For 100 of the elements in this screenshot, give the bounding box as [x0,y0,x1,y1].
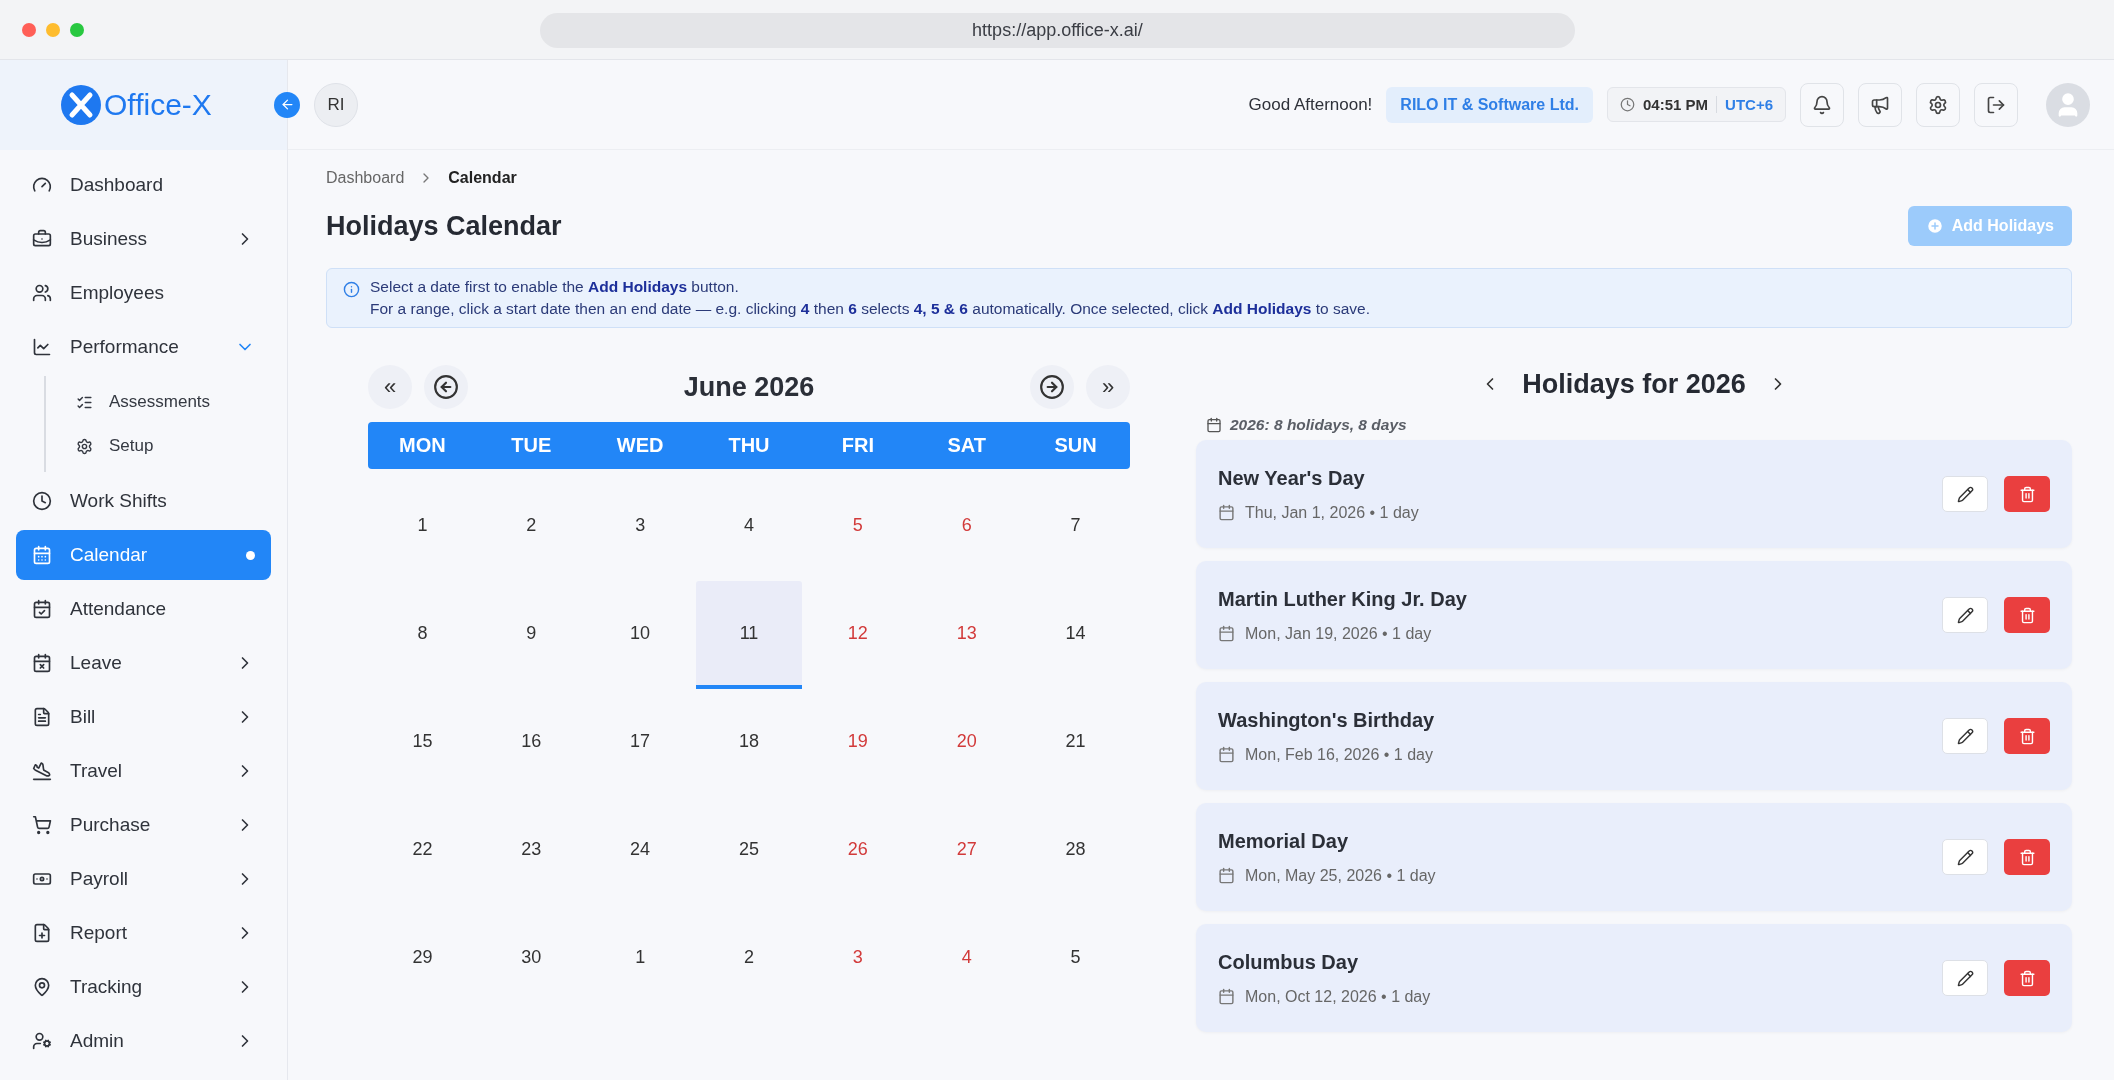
delete-button[interactable] [2004,839,2050,875]
calendar-day[interactable]: 2 [695,905,803,1013]
calendar-day[interactable]: 24 [586,797,694,905]
calendar-day[interactable]: 29 [369,905,476,1013]
sidebar-item[interactable]: Attendance [16,584,271,634]
calendar-day[interactable]: 9 [477,581,585,689]
edit-button[interactable] [1942,597,1988,633]
calendar-day[interactable]: 4 [913,905,1021,1013]
calendar-day[interactable]: 22 [369,797,476,905]
calendar-day[interactable]: 5 [1022,905,1129,1013]
calendar-icon [1218,988,1235,1005]
calendar-day[interactable]: 13 [913,581,1021,689]
calendar-day[interactable]: 1 [586,905,694,1013]
next-year-button[interactable]: » [1086,365,1130,409]
calendar-day[interactable]: 11 [695,581,803,689]
calendar-day[interactable]: 4 [695,473,803,581]
sidebar-item[interactable]: Calendar [16,530,271,580]
next-month-button[interactable] [1030,365,1074,409]
calendar-day[interactable]: 26 [804,797,912,905]
sidebar-item[interactable]: Performance [16,322,271,372]
calendar-icon [1218,625,1235,642]
breadcrumb-link[interactable]: Calendar [448,169,517,187]
holidays-summary: 2026: 8 holidays, 8 days [1230,416,1407,434]
calendar-day[interactable]: 3 [586,473,694,581]
previous-year-button[interactable]: « [368,365,412,409]
sidebar-item[interactable]: Leave [16,638,271,688]
calendar-day[interactable]: 12 [804,581,912,689]
calendar-day[interactable]: 7 [1022,473,1129,581]
delete-button[interactable] [2004,476,2050,512]
calendar-day[interactable]: 5 [804,473,912,581]
holiday-name: New Year's Day [1218,466,1366,490]
edit-button[interactable] [1942,960,1988,996]
holiday-name: Memorial Day [1218,829,1350,853]
weekday-label: SAT [946,434,987,457]
address-bar[interactable]: https://app.office-x.ai/ [540,13,1575,48]
sidebar-item[interactable]: Bill [16,692,271,742]
sidebar-item[interactable]: Dashboard [16,160,271,210]
announcements-button[interactable] [1858,82,1902,127]
calendar-day[interactable]: 6 [913,473,1021,581]
sidebar-item[interactable]: Travel [16,746,271,796]
delete-button[interactable] [2004,718,2050,754]
calendar-day[interactable]: 27 [913,797,1021,905]
calendar-day[interactable]: 23 [477,797,585,905]
edit-button[interactable] [1942,476,1988,512]
holiday-date: Mon, Oct 12, 2026 • 1 day [1245,987,1431,1006]
previous-month-button[interactable] [424,365,468,409]
calendar-day[interactable]: 2 [477,473,585,581]
edit-button[interactable] [1942,718,1988,754]
holiday-date: Mon, May 25, 2026 • 1 day [1245,866,1436,885]
notifications-button[interactable] [1800,82,1844,127]
close-window-dot[interactable] [22,22,36,37]
sidebar-item[interactable]: Purchase [16,800,271,850]
user-initials[interactable]: RI [314,82,358,127]
logout-button[interactable] [1974,82,2018,127]
weekday-label: WED [615,434,665,457]
minimize-window-dot[interactable] [46,22,60,37]
settings-icon [1928,94,1948,115]
settings-button[interactable] [1916,82,1960,127]
delete-button[interactable] [2004,597,2050,633]
sidebar-item[interactable]: Payroll [16,854,271,904]
menu-icon [32,1031,52,1051]
info-icon [343,281,360,298]
pencil-icon [1956,485,1974,503]
megaphone-icon [1870,94,1890,115]
pencil-icon [1956,848,1974,866]
arrow-right-circle-icon [1039,374,1065,400]
submenu-item[interactable]: Setup [46,424,271,468]
logo-icon [60,84,102,126]
pencil-icon [1956,727,1974,745]
calendar-day[interactable]: 20 [913,689,1021,797]
weekday-label: TUE [510,434,553,457]
sidebar-item[interactable]: Admin [16,1016,271,1066]
maximize-window-dot[interactable] [70,22,84,37]
calendar-day[interactable]: 25 [695,797,803,905]
calendar-day[interactable]: 30 [477,905,585,1013]
active-dot [246,550,255,560]
edit-button[interactable] [1942,839,1988,875]
calendar-day[interactable]: 21 [1022,689,1129,797]
delete-button[interactable] [2004,960,2050,996]
calendar-icon [1218,746,1235,763]
calendar-day[interactable]: 15 [369,689,476,797]
sidebar-item[interactable]: Employees [16,268,271,318]
sidebar-item[interactable]: Work Shifts [16,476,271,526]
calendar-day[interactable]: 14 [1022,581,1129,689]
submenu-item[interactable]: Assessments [46,380,271,424]
calendar-day[interactable]: 19 [804,689,912,797]
breadcrumb-link[interactable]: Dashboard [326,169,405,187]
sidebar-item[interactable]: Tracking [16,962,271,1012]
calendar-day[interactable]: 1 [369,473,476,581]
calendar-icon [1206,417,1222,433]
sidebar-item[interactable]: Business [16,214,271,264]
calendar-day[interactable]: 8 [369,581,476,689]
calendar-day[interactable]: 3 [804,905,912,1013]
calendar-day[interactable]: 17 [586,689,694,797]
calendar-day[interactable]: 18 [695,689,803,797]
sidebar-item[interactable]: Report [16,908,271,958]
calendar-day[interactable]: 16 [477,689,585,797]
menu-icon [32,923,52,943]
calendar-day[interactable]: 10 [586,581,694,689]
calendar-day[interactable]: 28 [1022,797,1129,905]
